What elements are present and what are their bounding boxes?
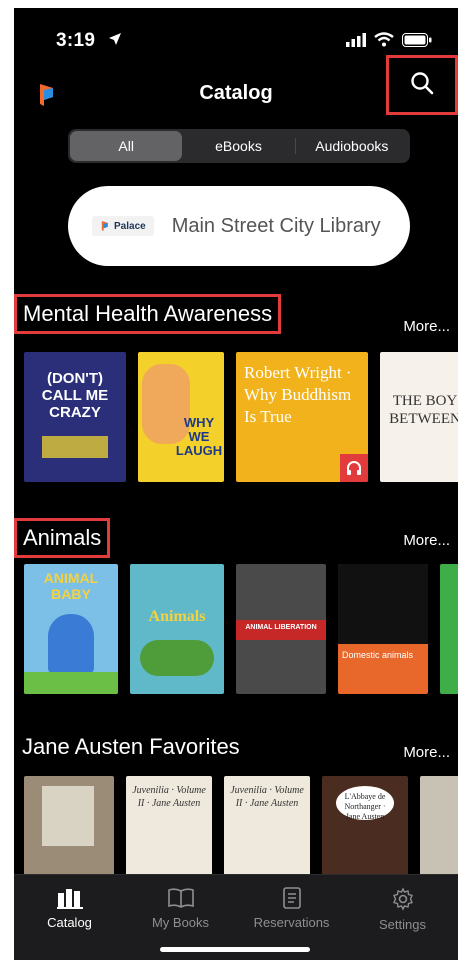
book-cover[interactable]: Robert Wright · Why Buddhism Is True [236, 352, 368, 482]
cover-art [140, 640, 214, 676]
library-selector[interactable]: Palace Main Street City Library [68, 186, 410, 266]
status-time: 3:19 [56, 30, 96, 51]
cover-art [42, 436, 108, 458]
lane-title-mental-health[interactable]: Mental Health Awareness [14, 294, 282, 334]
library-name: Main Street City Library [171, 214, 381, 237]
signal-icon [346, 32, 366, 52]
book-cover-title: Robert Wright · Why Buddhism Is True [244, 363, 352, 426]
book-cover-title: Domestic animals [342, 650, 414, 660]
palace-badge: Palace [92, 216, 154, 236]
book-cover-title: Animals [148, 608, 206, 625]
lane-more-jane-austen[interactable]: More... [403, 744, 450, 761]
book-cover-title: L'Abbaye de Northanger · Jane Austen [344, 792, 386, 821]
tab-catalog-label: Catalog [47, 915, 92, 930]
book-cover[interactable]: Juvenilia · Volume II · Jane Austen [126, 776, 212, 886]
search-icon [410, 71, 434, 100]
cover-art [338, 564, 428, 644]
lane-title-animals[interactable]: Animals [14, 518, 111, 558]
palace-mini-logo-icon [101, 221, 108, 231]
app-screen: 3:19 Catalog All eBooks Audiobooks Palac… [14, 8, 458, 960]
book-cover-title: THE BOY BETWEEN [389, 393, 458, 427]
book-cover-title: (DON'T) CALL ME CRAZY [41, 370, 109, 421]
book-cover[interactable] [420, 776, 458, 886]
segment-all[interactable]: All [70, 131, 183, 161]
book-cover[interactable]: Animals [130, 564, 224, 694]
cover-art [48, 614, 94, 674]
status-icons [346, 32, 432, 52]
lane-row-mental-health: (DON'T) CALL ME CRAZY WHY WE LAUGH Rober… [14, 352, 458, 482]
tab-catalog[interactable]: Catalog [14, 875, 125, 960]
lane-row-animals: ANIMAL BABY Animals ANIMAL LIBERATION Do… [14, 564, 458, 694]
book-cover-title: Juvenilia · Volume II · Jane Austen [230, 785, 304, 809]
book-cover[interactable]: Domestic animals [338, 564, 428, 694]
lane-title-jane-austen[interactable]: Jane Austen Favorites [22, 734, 240, 760]
catalog-icon [56, 889, 83, 909]
cover-art [42, 786, 94, 846]
location-arrow-icon [108, 32, 122, 51]
book-cover-title: WHY WE LAUGH [175, 415, 223, 458]
cover-art [24, 672, 118, 694]
audiobook-badge [340, 454, 368, 482]
book-cover-title: ANIMAL LIBERATION [245, 624, 317, 631]
lane-more-animals[interactable]: More... [403, 532, 450, 549]
gear-icon [392, 887, 413, 911]
book-cover[interactable]: L'Abbaye de Northanger · Jane Austen [322, 776, 408, 886]
home-indicator [160, 947, 310, 952]
book-cover[interactable] [24, 776, 114, 886]
tab-bar: Catalog My Books Reservations Settings [14, 874, 458, 960]
palace-badge-label: Palace [114, 220, 146, 232]
tab-reservations-label: Reservations [253, 915, 330, 930]
segment-ebooks[interactable]: eBooks [182, 131, 294, 161]
wifi-icon [374, 32, 394, 52]
reservations-icon [282, 887, 301, 909]
book-cover[interactable]: WHY WE LAUGH [138, 352, 224, 482]
book-cover-title: ANIMAL BABY [43, 570, 99, 602]
book-cover[interactable] [440, 564, 458, 694]
segment-audiobooks[interactable]: Audiobooks [296, 131, 408, 161]
book-open-icon [167, 888, 194, 908]
book-cover-title: Juvenilia · Volume II · Jane Austen [132, 785, 206, 809]
tab-settings[interactable]: Settings [347, 875, 458, 960]
battery-icon [402, 32, 432, 52]
lane-row-jane-austen: Juvenilia · Volume II · Jane Austen Juve… [14, 776, 458, 886]
book-cover[interactable]: Juvenilia · Volume II · Jane Austen [224, 776, 310, 886]
tab-my-books-label: My Books [151, 915, 210, 930]
book-cover[interactable]: (DON'T) CALL ME CRAZY [24, 352, 126, 482]
headphones-icon [347, 461, 361, 475]
format-segmented-control: All eBooks Audiobooks [68, 129, 410, 163]
book-cover[interactable]: THE BOY BETWEEN [380, 352, 458, 482]
tab-settings-label: Settings [379, 917, 426, 932]
book-cover[interactable]: ANIMAL LIBERATION [236, 564, 326, 694]
search-button[interactable] [386, 55, 458, 115]
lane-more-mental-health[interactable]: More... [403, 318, 450, 335]
book-cover[interactable]: ANIMAL BABY [24, 564, 118, 694]
